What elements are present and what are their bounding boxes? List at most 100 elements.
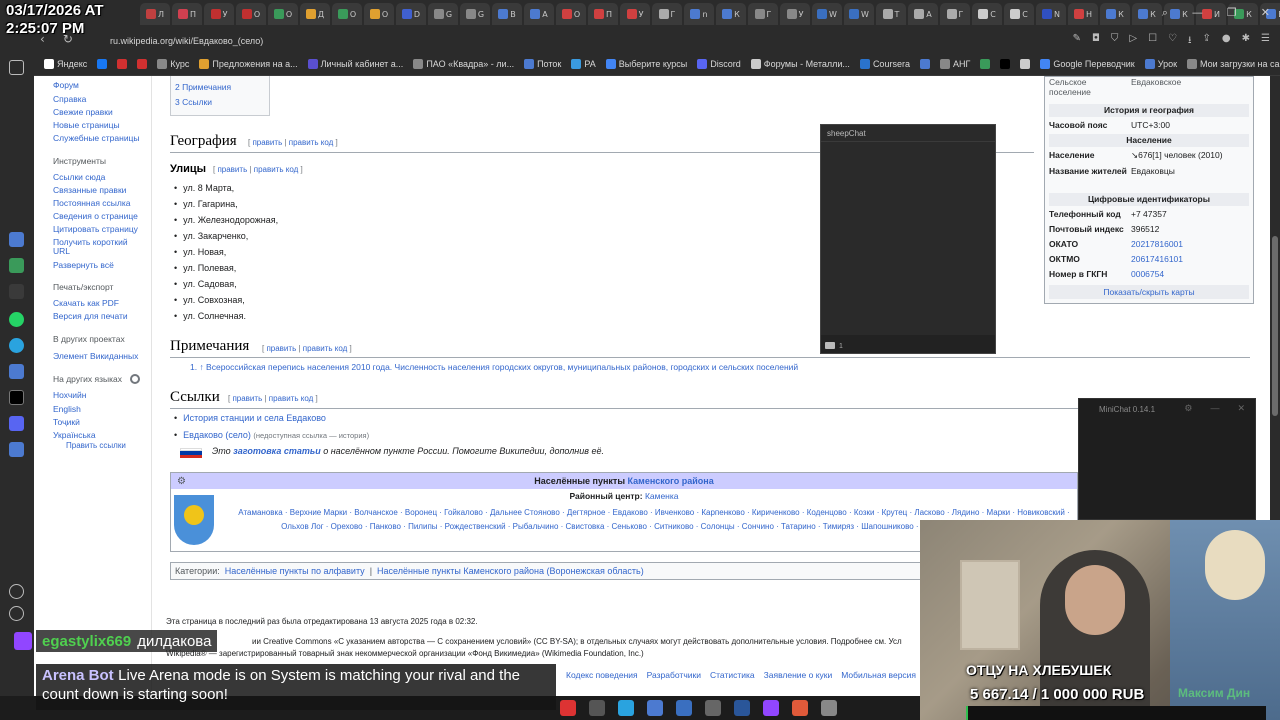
footer-link[interactable]: Заявление о куки [764, 670, 833, 680]
infobox-link[interactable]: 0006754 [1131, 269, 1164, 279]
browser-tab[interactable]: О [332, 3, 362, 25]
taskbar-app-icon[interactable] [734, 700, 750, 716]
reference-link[interactable]: 1. ↑ Всероссийская перепись населения 20… [190, 362, 798, 372]
bookmark-item[interactable] [980, 59, 991, 69]
language-link[interactable]: Тоҷикӣ [53, 417, 80, 427]
sidebar-link[interactable]: Версия для печати [53, 311, 128, 321]
sidebar-link[interactable]: Свежие правки [53, 107, 113, 117]
bookmark-item[interactable]: Личный кабинет а... [307, 59, 403, 69]
bookmark-item[interactable]: АНГ [939, 59, 970, 69]
infobox-link[interactable]: 20617416101 [1131, 254, 1183, 264]
taskbar-app-icon[interactable] [560, 700, 576, 716]
edit-code-link[interactable]: править код [269, 394, 314, 403]
sidebar-link[interactable]: Форум [53, 80, 79, 90]
browser-tab[interactable]: W [812, 3, 842, 25]
share-icon[interactable]: ⇪ [1203, 33, 1211, 50]
footer-link[interactable]: Разработчики [647, 670, 701, 680]
extension-icon[interactable]: ✱ [1242, 33, 1250, 50]
taskbar-app-icon[interactable] [589, 700, 605, 716]
toc-item[interactable]: 2 Примечания [175, 82, 231, 92]
bookmark-item[interactable] [117, 59, 128, 69]
bookmark-item[interactable] [97, 59, 108, 69]
browser-tab[interactable]: К [1132, 3, 1162, 25]
navbox-title-link[interactable]: Каменского района [628, 476, 714, 486]
browser-tab[interactable]: О [556, 3, 586, 25]
bookmark-item[interactable] [919, 59, 930, 69]
bookmark-item[interactable]: Форумы - Металли... [750, 59, 850, 69]
bookmark-item[interactable]: Discord [697, 59, 741, 69]
browser-tab[interactable]: Г [748, 3, 778, 25]
profile-icon[interactable]: ● [1222, 33, 1231, 50]
settings-icon[interactable]: ⚙ [1184, 403, 1192, 414]
language-link[interactable]: Нохчийн [53, 390, 86, 400]
bookmark-item[interactable]: ПАО «Квадра» - ли... [413, 59, 514, 69]
browser-tab[interactable]: О [236, 3, 266, 25]
edit-links-link[interactable]: Править ссылки [66, 441, 126, 450]
camera-icon[interactable]: ◘ [1092, 33, 1100, 50]
download-icon[interactable]: ⭳ [1188, 33, 1192, 50]
edit-code-link[interactable]: править код [303, 344, 348, 353]
browser-tab[interactable]: Г [940, 3, 970, 25]
sidebar-app-icon[interactable] [9, 258, 24, 273]
bookmark-item[interactable]: Поток [524, 59, 561, 69]
vk-icon[interactable] [9, 364, 24, 379]
taskbar-app-icon[interactable] [821, 700, 837, 716]
bookmark-item[interactable]: Выберите курсы [605, 59, 687, 69]
shield-icon[interactable]: ⛉ [1111, 33, 1119, 50]
browser-tab[interactable]: W [844, 3, 874, 25]
bookmark-item[interactable]: Урок [1144, 59, 1177, 69]
gear-icon[interactable]: ⚙ [177, 476, 186, 487]
sidebar-link[interactable]: Ссылки сюда [53, 172, 105, 182]
edit-link[interactable]: править [252, 138, 282, 147]
footer-link[interactable]: Кодекс поведения [566, 670, 638, 680]
browser-tab[interactable]: К [1100, 3, 1130, 25]
browser-tab[interactable]: В [492, 3, 522, 25]
sidebar-link[interactable]: Элемент Викиданных [53, 351, 138, 361]
x-icon[interactable] [9, 390, 24, 405]
taskbar-app-icon[interactable] [618, 700, 634, 716]
language-link[interactable]: Українська [53, 430, 96, 440]
bookmark-item[interactable] [1020, 59, 1031, 69]
browser-tab[interactable]: Д [300, 3, 330, 25]
edit-link[interactable]: править [232, 394, 262, 403]
footer-link[interactable]: Мобильная версия [841, 670, 916, 680]
browser-tab[interactable]: n [684, 3, 714, 25]
camera-icon[interactable] [825, 342, 835, 349]
heart-icon[interactable] [9, 584, 24, 599]
taskbar-app-icon[interactable] [647, 700, 663, 716]
stub-link[interactable]: заготовка статьи [233, 446, 321, 456]
external-link[interactable]: История станции и села Евдаково [174, 413, 326, 423]
play-icon[interactable]: ▷ [1129, 33, 1137, 50]
heart-icon[interactable]: ♡ [1168, 33, 1177, 50]
browser-tab[interactable]: О [268, 3, 298, 25]
browser-tab[interactable]: Г [652, 3, 682, 25]
bookmark-item[interactable]: Coursera [859, 59, 910, 69]
browser-tab[interactable]: О [364, 3, 394, 25]
sidebar-link[interactable]: URL [53, 246, 70, 256]
browser-tab[interactable]: Л [140, 3, 170, 25]
bookmark-item[interactable]: РА [571, 59, 596, 69]
category-link[interactable]: Населённые пункты по алфавиту [225, 566, 365, 576]
browser-tab[interactable]: У [620, 3, 650, 25]
bookmark-item[interactable]: Предложения на а... [199, 59, 298, 69]
language-link[interactable]: English [53, 404, 81, 414]
sidebar-link[interactable]: Скачать как PDF [53, 298, 119, 308]
footer-link[interactable]: Статистика [710, 670, 755, 680]
category-link[interactable]: Населённые пункты Каменского района (Вор… [377, 566, 644, 576]
browser-tab[interactable]: П [588, 3, 618, 25]
sidebar-app-icon[interactable] [9, 232, 24, 247]
taskbar-app-icon[interactable] [792, 700, 808, 716]
scrollbar-thumb[interactable] [1272, 236, 1278, 416]
bookmark-item[interactable] [1000, 59, 1011, 69]
star-icon[interactable] [9, 60, 24, 75]
browser-tab[interactable]: С [972, 3, 1002, 25]
telegram-icon[interactable] [9, 338, 24, 353]
maximize-icon[interactable]: ❐ [1227, 6, 1237, 20]
menu-icon[interactable]: ☰ [1261, 33, 1270, 50]
taskbar-app-icon[interactable] [763, 700, 779, 716]
minimize-icon[interactable]: — [1192, 6, 1203, 20]
edit-link[interactable]: править [266, 344, 296, 353]
sidebar-link[interactable]: Связанные правки [53, 185, 126, 195]
close-icon[interactable]: ✕ [1237, 403, 1245, 414]
sidebar-link[interactable]: Справка [53, 94, 86, 104]
